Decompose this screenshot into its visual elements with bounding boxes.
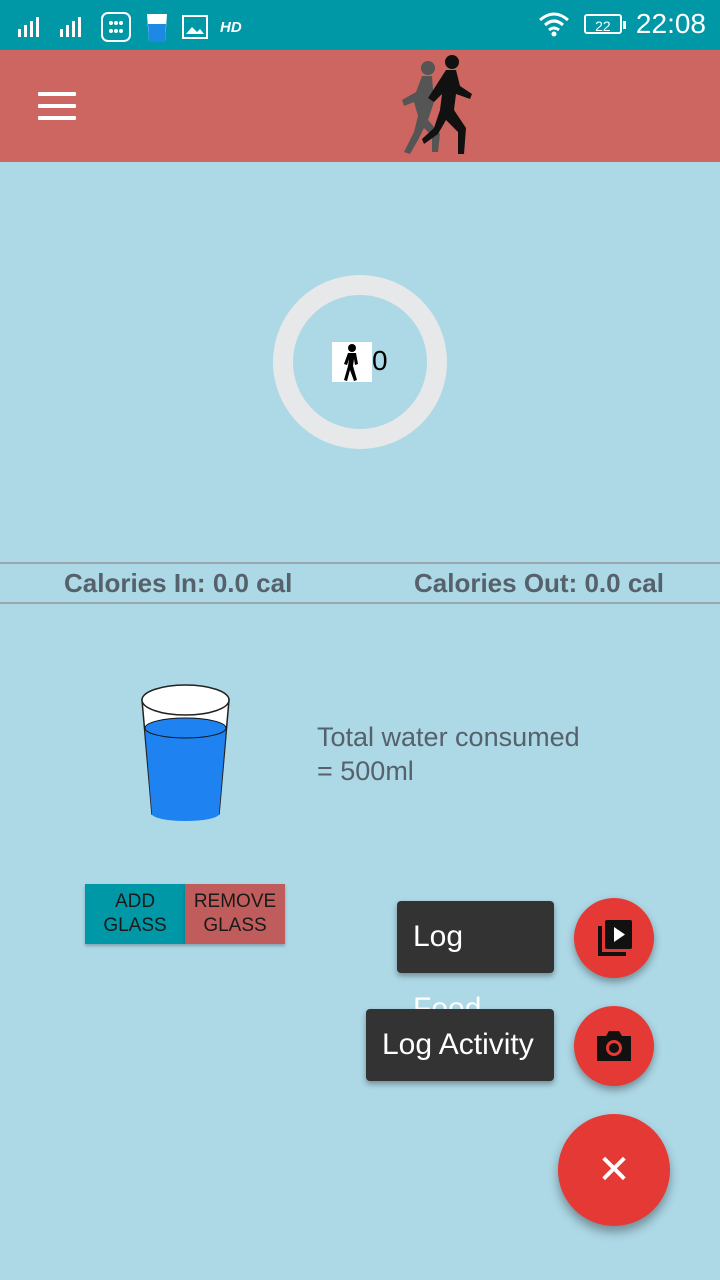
close-icon: ✕ bbox=[597, 1148, 631, 1192]
log-food-button[interactable] bbox=[574, 898, 654, 978]
water-total-line1: Total water consumed bbox=[317, 722, 580, 752]
video-library-icon bbox=[598, 920, 632, 956]
runners-logo-icon bbox=[402, 55, 472, 154]
wifi-icon bbox=[538, 12, 569, 37]
hd-indicator: HD bbox=[220, 18, 242, 36]
remove-glass-label-2: GLASS bbox=[203, 915, 267, 936]
remove-glass-button[interactable]: REMOVE GLASS bbox=[185, 884, 285, 944]
divider-bottom bbox=[0, 602, 720, 604]
calories-in: Calories In: 0.0 cal bbox=[64, 568, 293, 598]
water-glass-notification-icon bbox=[147, 14, 167, 42]
notification-app-icon bbox=[101, 12, 131, 42]
steps-count: 0 bbox=[372, 345, 388, 376]
gallery-icon bbox=[182, 15, 208, 39]
camera-icon bbox=[597, 1031, 631, 1061]
log-activity-label[interactable]: Log Activity bbox=[366, 1009, 554, 1081]
remove-glass-label-1: REMOVE bbox=[193, 891, 277, 912]
close-fab-button[interactable]: ✕ bbox=[558, 1114, 670, 1226]
divider-top bbox=[0, 562, 720, 564]
signal-2-roaming-icon bbox=[58, 13, 88, 41]
status-bar: HD 22 22:08 bbox=[0, 0, 720, 50]
calories-out: Calories Out: 0.0 cal bbox=[414, 568, 664, 598]
battery-icon: 22 bbox=[583, 14, 626, 34]
log-activity-button[interactable] bbox=[574, 1006, 654, 1086]
hamburger-menu-icon[interactable] bbox=[38, 92, 76, 120]
add-glass-label-1: ADD bbox=[114, 891, 156, 912]
app-bar bbox=[0, 50, 720, 162]
signal-1-icon bbox=[16, 13, 46, 41]
water-total-line2: = 500ml bbox=[317, 756, 414, 786]
clock: 22:08 bbox=[635, 8, 706, 39]
water-total: Total water consumed = 500ml bbox=[317, 720, 580, 788]
log-food-label[interactable]: Log Food bbox=[397, 901, 554, 1025]
water-glass-icon bbox=[141, 684, 230, 821]
add-glass-label-2: GLASS bbox=[103, 915, 167, 936]
add-glass-button[interactable]: ADD GLASS bbox=[85, 884, 185, 944]
walking-person-icon bbox=[332, 342, 372, 382]
